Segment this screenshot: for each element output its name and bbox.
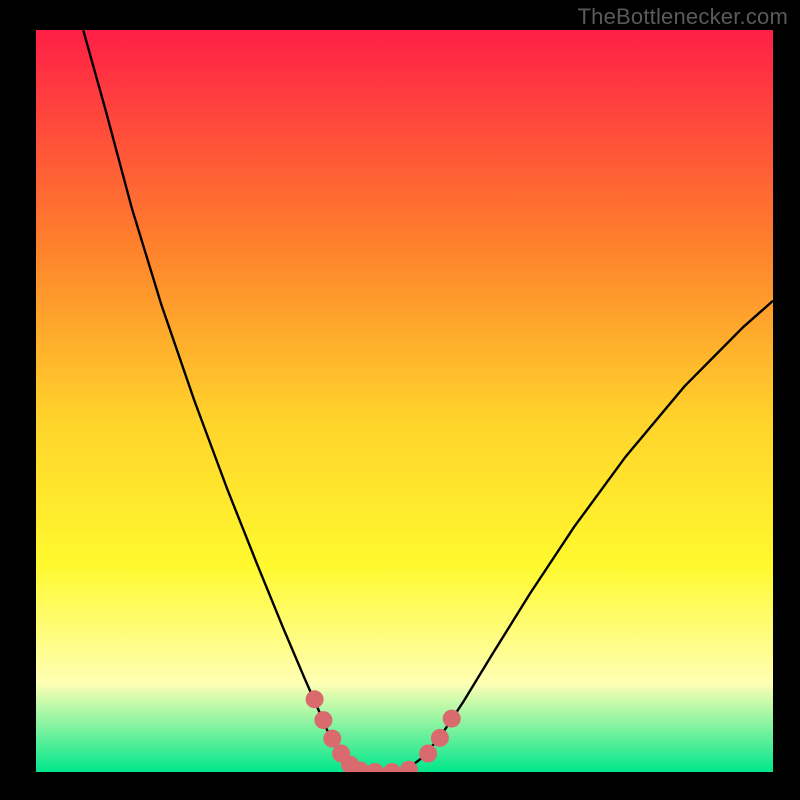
highlight-left-1 bbox=[314, 711, 332, 729]
watermark-text: TheBottlenecker.com bbox=[578, 4, 788, 30]
highlight-right-2 bbox=[443, 710, 461, 728]
highlight-right-0 bbox=[419, 745, 437, 763]
highlight-left-0 bbox=[306, 690, 324, 708]
heat-gradient bbox=[36, 30, 773, 772]
highlight-right-1 bbox=[431, 729, 449, 747]
chart-stage bbox=[0, 0, 800, 800]
bottleneck-chart bbox=[0, 0, 800, 800]
plot-area bbox=[36, 30, 773, 781]
